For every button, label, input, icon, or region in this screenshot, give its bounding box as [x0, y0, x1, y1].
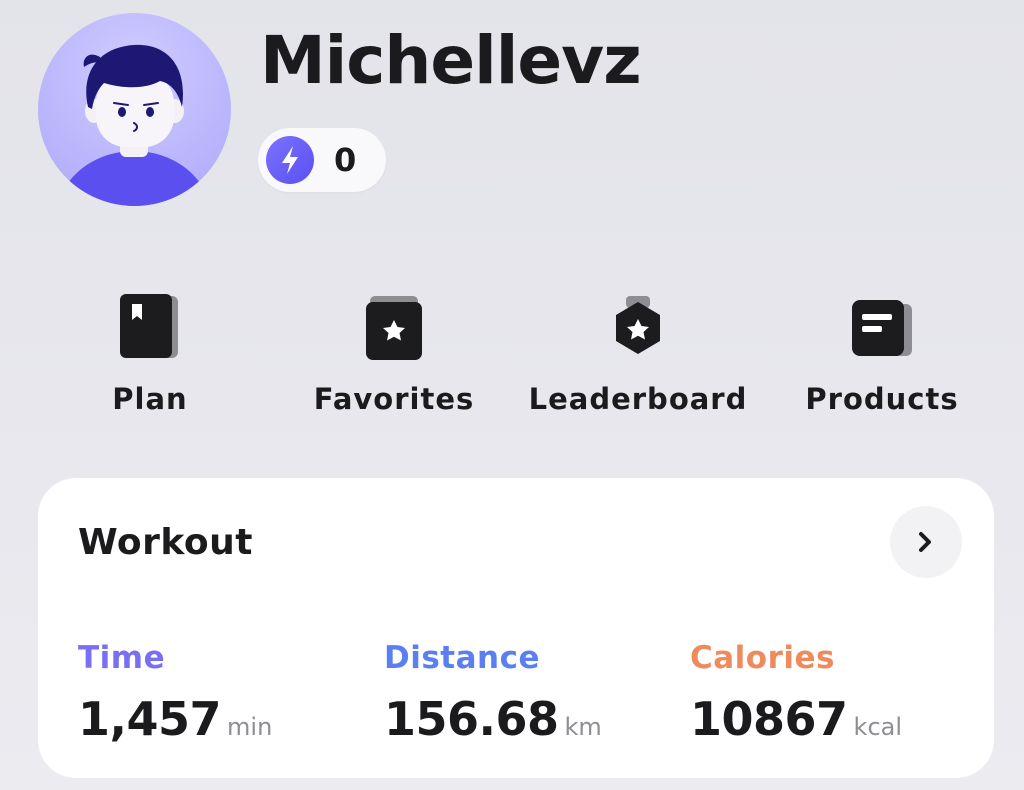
- energy-badge[interactable]: 0: [258, 128, 386, 192]
- workout-more-button[interactable]: [890, 506, 962, 578]
- stat-calories: Calories 10867 kcal: [690, 638, 990, 746]
- stat-unit-distance: km: [564, 713, 602, 741]
- user-avatar-icon: [58, 44, 210, 206]
- nav-item-favorites[interactable]: Favorites: [274, 286, 514, 426]
- document-list-icon: [850, 290, 914, 362]
- bookmark-book-icon: [118, 290, 182, 362]
- stat-distance: Distance 156.68 km: [384, 638, 684, 746]
- nav-item-leaderboard[interactable]: Leaderboard: [518, 286, 758, 426]
- energy-count: 0: [334, 141, 357, 179]
- nav-label-plan: Plan: [112, 382, 188, 416]
- stat-label-calories: Calories: [690, 640, 835, 676]
- nav-label-favorites: Favorites: [313, 382, 475, 416]
- stat-label-time: Time: [78, 640, 166, 676]
- stat-unit-time: min: [227, 713, 273, 741]
- nav-item-products[interactable]: Products: [762, 286, 1002, 426]
- stat-label-distance: Distance: [384, 640, 541, 676]
- star-folder-icon: [362, 290, 426, 362]
- stat-value-distance: 156.68: [384, 692, 559, 746]
- medal-icon: [606, 290, 670, 362]
- stat-value-time: 1,457: [78, 692, 222, 746]
- lightning-bolt-icon: [266, 136, 314, 184]
- nav-label-leaderboard: Leaderboard: [528, 382, 748, 416]
- stat-time: Time 1,457 min: [78, 638, 378, 746]
- stat-value-calories: 10867: [690, 692, 848, 746]
- nav-item-plan[interactable]: Plan: [30, 286, 270, 426]
- username: Michellevz: [260, 22, 642, 99]
- workout-title: Workout: [78, 522, 253, 563]
- avatar[interactable]: [38, 13, 231, 206]
- chevron-right-icon: [919, 532, 931, 552]
- workout-card[interactable]: Workout Time 1,457 min Distance 156.68 km …: [38, 478, 994, 778]
- nav-label-products: Products: [805, 382, 959, 416]
- stat-unit-calories: kcal: [853, 713, 903, 741]
